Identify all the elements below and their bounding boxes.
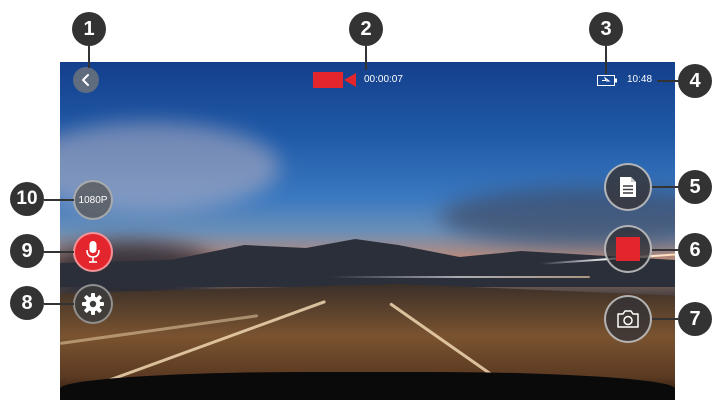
callout-leader [44,199,74,201]
camera-icon [617,310,639,328]
clock: 10:48 [627,74,653,85]
resolution-button[interactable]: 1080P [73,180,113,220]
callout-4: 4 [678,64,712,98]
callout-leader [652,249,678,251]
document-icon [620,177,636,197]
callout-leader [365,46,367,70]
callout-7: 7 [678,302,712,336]
stop-icon [616,237,640,261]
car-dashboard [60,372,675,400]
camera-preview [60,62,675,400]
back-button[interactable] [73,67,99,93]
chevron-left-icon [82,74,89,86]
microphone-icon [86,241,100,263]
callout-leader [652,318,678,320]
microphone-button[interactable] [73,232,113,272]
callout-leader [44,251,74,253]
files-button[interactable] [604,163,652,211]
callout-2: 2 [349,12,383,46]
light-streak [330,276,590,278]
gear-icon [82,293,104,315]
callout-9: 9 [10,234,44,268]
callout-1: 1 [72,12,106,46]
callout-leader [44,303,74,305]
callout-6: 6 [678,233,712,267]
callout-5: 5 [678,170,712,204]
callout-3: 3 [589,12,623,46]
callout-leader [657,80,679,82]
stop-record-button[interactable] [604,225,652,273]
snapshot-button[interactable] [604,295,652,343]
battery-charging-icon [597,75,617,86]
callout-leader [605,46,607,74]
resolution-label: 1080P [78,194,108,206]
video-camera-icon [313,72,356,88]
recording-time: 00:00:07 [364,74,403,85]
callout-10: 10 [10,182,44,216]
callout-8: 8 [10,286,44,320]
callout-leader [652,186,678,188]
settings-button[interactable] [73,284,113,324]
callout-leader [88,46,90,68]
